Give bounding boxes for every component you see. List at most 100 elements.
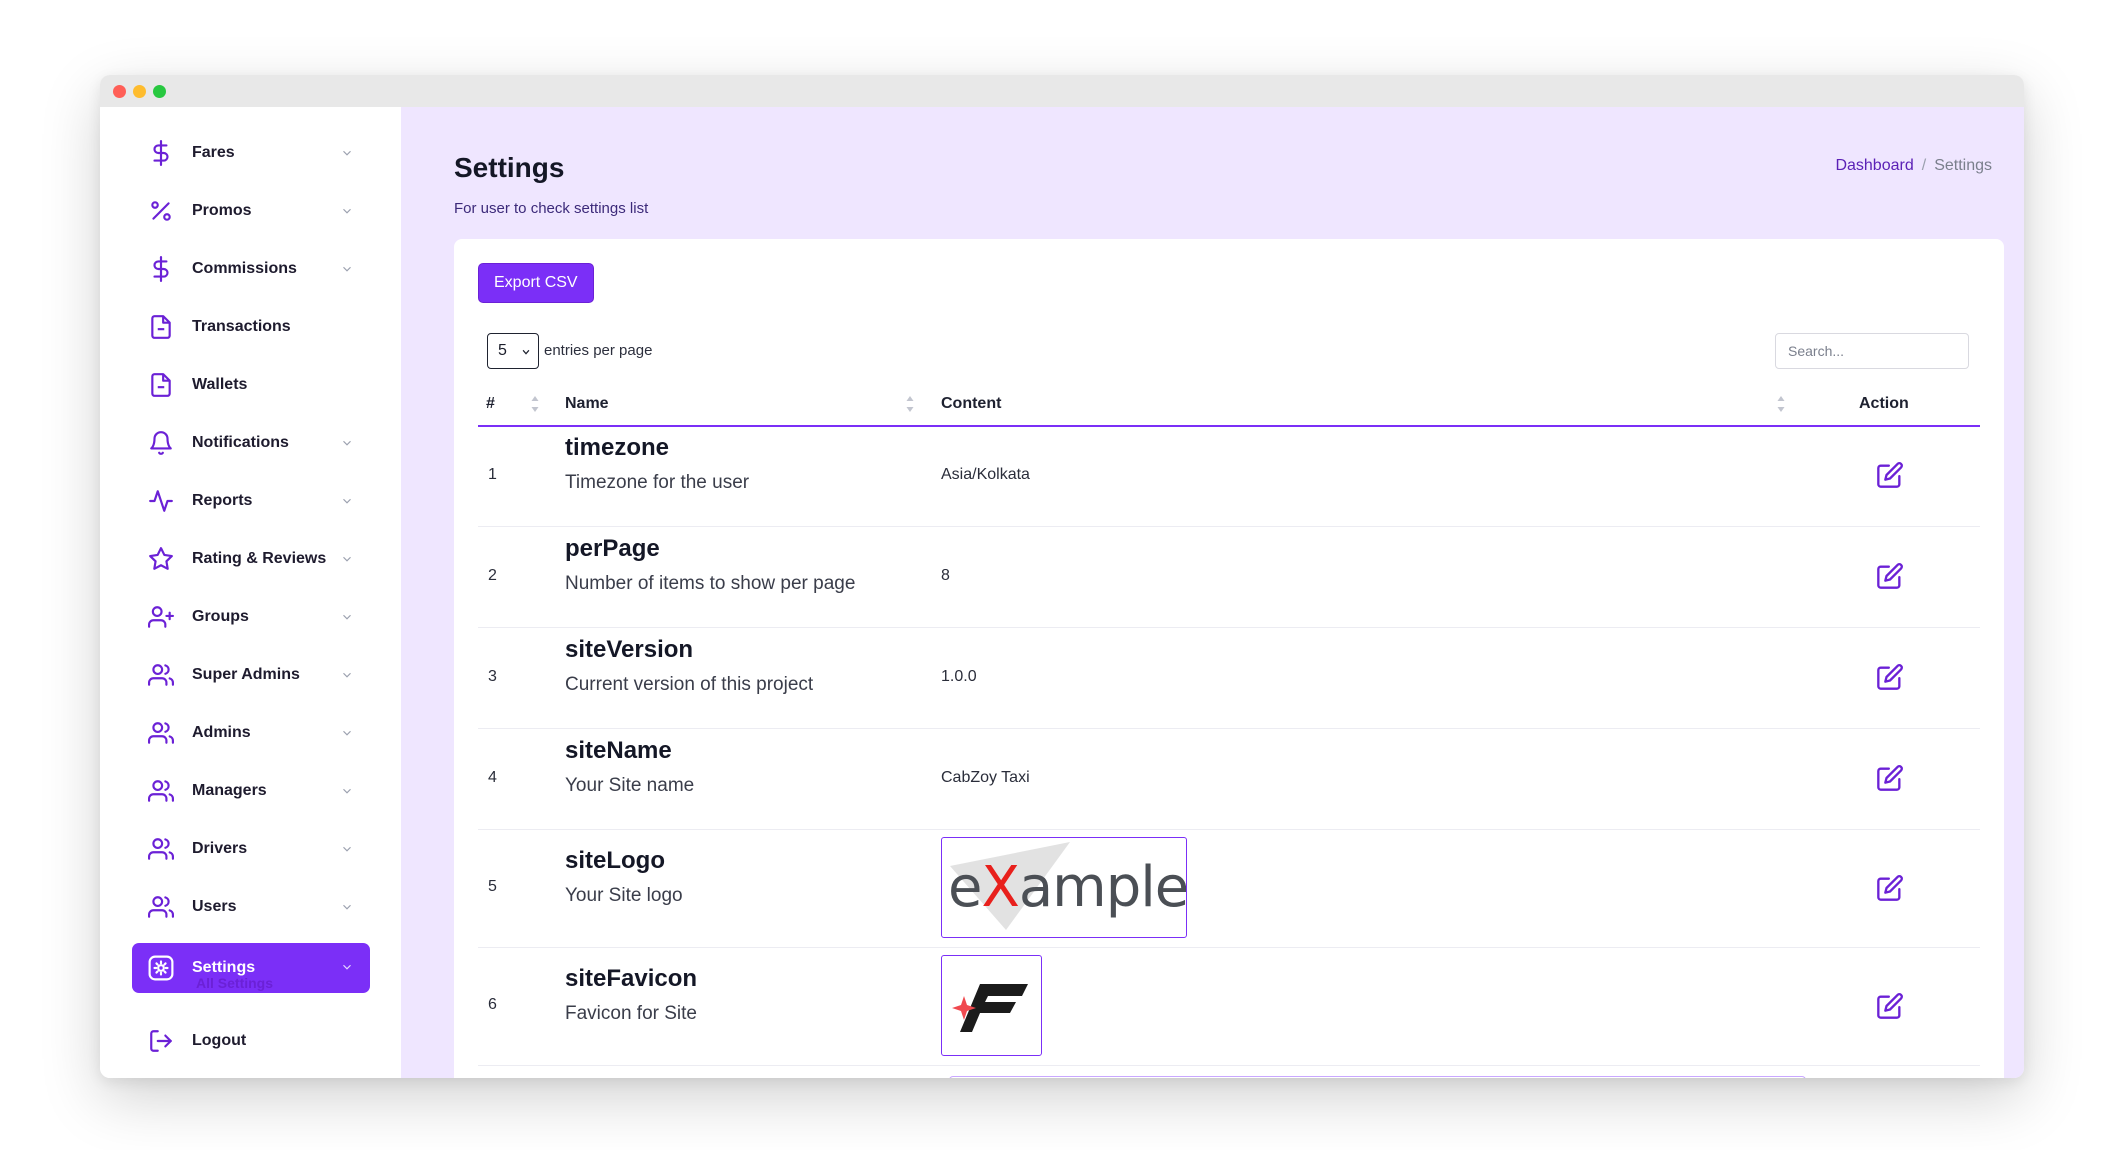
- settings-card: Export CSV 5 entries per page # Name Con…: [454, 239, 2004, 1078]
- site-logo-image[interactable]: eXample™: [941, 837, 1187, 938]
- maximize-window-button[interactable]: [153, 85, 166, 98]
- sidebar-item-fares[interactable]: Fares: [132, 129, 370, 177]
- row-number: 4: [488, 769, 497, 786]
- users-icon: [148, 894, 174, 920]
- chevron-down-icon: [522, 349, 530, 355]
- edit-icon[interactable]: [1876, 992, 1904, 1020]
- users-icon: [148, 662, 174, 688]
- logo-text-prefix: e: [948, 855, 982, 920]
- setting-content: Asia/Kolkata: [941, 466, 1030, 483]
- sidebar-item-super-admins[interactable]: Super Admins: [132, 651, 370, 699]
- table-row: 2 perPage Number of items to show per pa…: [478, 527, 1980, 628]
- minimize-window-button[interactable]: [133, 85, 146, 98]
- user-plus-icon: [148, 604, 174, 630]
- setting-name: perPage: [565, 535, 660, 562]
- export-csv-button[interactable]: Export CSV: [478, 263, 594, 303]
- sidebar-item-notifications[interactable]: Notifications: [132, 419, 370, 467]
- chevron-down-icon: [343, 208, 351, 214]
- sidebar-item-label: Commissions: [192, 260, 297, 277]
- column-header-content[interactable]: Content: [941, 395, 1001, 413]
- breadcrumb-current: Settings: [1934, 157, 1992, 174]
- dollar-icon: [148, 140, 174, 166]
- search-input[interactable]: [1775, 333, 1969, 369]
- edit-icon[interactable]: [1876, 874, 1904, 902]
- edit-icon[interactable]: [1876, 764, 1904, 792]
- logo-wordmark: eXample™: [948, 855, 1187, 920]
- setting-description: Favicon for Site: [565, 1003, 697, 1024]
- sidebar-item-label: Wallets: [192, 376, 248, 393]
- sidebar-item-transactions[interactable]: Transactions: [132, 303, 370, 351]
- dollar-icon: [148, 256, 174, 282]
- sidebar-item-users[interactable]: Users: [132, 883, 370, 931]
- activity-icon: [148, 488, 174, 514]
- sidebar-item-label: Logout: [192, 1032, 247, 1049]
- setting-name: siteVersion: [565, 636, 694, 663]
- chevron-down-icon: [343, 440, 351, 446]
- table-row: 3 siteVersion Current version of this pr…: [478, 628, 1980, 729]
- sidebar-item-managers[interactable]: Managers: [132, 767, 370, 815]
- sidebar-item-label: Admins: [192, 724, 251, 741]
- sidebar-item-groups[interactable]: Groups: [132, 593, 370, 641]
- column-header-action: Action: [1859, 395, 1909, 412]
- sidebar-subitem-all-settings[interactable]: All Settings: [196, 975, 273, 991]
- chevron-down-icon: [343, 150, 351, 156]
- logo-text-x: X: [981, 855, 1019, 920]
- per-page-select[interactable]: 5: [487, 333, 539, 369]
- chevron-down-icon: [343, 614, 351, 620]
- sort-icon[interactable]: [530, 393, 540, 415]
- sidebar-item-label: Fares: [192, 144, 235, 161]
- table-row: 6 siteFavicon Favicon for Site: [478, 948, 1980, 1066]
- sidebar-item-wallets[interactable]: Wallets: [132, 361, 370, 409]
- bell-icon: [148, 430, 174, 456]
- users-icon: [148, 778, 174, 804]
- row-number: 5: [488, 878, 497, 895]
- sort-icon[interactable]: [1776, 393, 1786, 415]
- table-row: 1 timezone Timezone for the user Asia/Ko…: [478, 426, 1980, 527]
- sidebar-item-logout[interactable]: Logout: [132, 1017, 370, 1065]
- sidebar-item-label: Managers: [192, 782, 267, 799]
- edit-icon[interactable]: [1876, 562, 1904, 590]
- star-icon: [148, 546, 174, 572]
- close-window-button[interactable]: [113, 85, 126, 98]
- row-number: 2: [488, 567, 497, 584]
- setting-name: timezone: [565, 434, 670, 461]
- favicon-graphic: [952, 984, 1028, 1032]
- setting-description: Your Site logo: [565, 885, 683, 906]
- sidebar-item-label: Promos: [192, 202, 252, 219]
- breadcrumb-dashboard-link[interactable]: Dashboard: [1835, 157, 1913, 174]
- sidebar-item-admins[interactable]: Admins: [132, 709, 370, 757]
- sort-icon[interactable]: [905, 393, 915, 415]
- breadcrumb-separator: /: [1921, 157, 1927, 174]
- file-icon: [148, 372, 174, 398]
- page-title: Settings: [454, 152, 565, 183]
- table-header: # Name Content Action: [478, 383, 1980, 427]
- site-favicon-image[interactable]: [941, 955, 1042, 1056]
- chevron-down-icon: [343, 266, 351, 272]
- next-row-field[interactable]: [949, 1076, 1806, 1078]
- edit-icon[interactable]: [1876, 663, 1904, 691]
- chevron-down-icon: [343, 788, 351, 794]
- chevron-down-icon: [343, 904, 351, 910]
- sidebar-item-rating-reviews[interactable]: Rating & Reviews: [132, 535, 370, 583]
- chevron-down-icon: [343, 730, 351, 736]
- column-header-name[interactable]: Name: [565, 395, 609, 413]
- edit-icon[interactable]: [1876, 461, 1904, 489]
- percent-icon: [148, 198, 174, 224]
- sidebar-item-commissions[interactable]: Commissions: [132, 245, 370, 293]
- logout-icon: [148, 1028, 174, 1054]
- per-page-label: entries per page: [544, 342, 653, 359]
- sidebar-item-label: Transactions: [192, 318, 291, 335]
- logo-text-suffix: ample: [1018, 855, 1187, 920]
- row-number: 6: [488, 996, 497, 1013]
- sidebar-item-reports[interactable]: Reports: [132, 477, 370, 525]
- setting-content: 8: [941, 567, 950, 584]
- sidebar-item-label: Rating & Reviews: [192, 550, 327, 567]
- chevron-down-icon: [343, 556, 351, 562]
- column-header-num[interactable]: #: [486, 395, 495, 413]
- setting-description: Your Site name: [565, 775, 695, 796]
- sidebar-item-drivers[interactable]: Drivers: [132, 825, 370, 873]
- chevron-down-icon: [343, 672, 351, 678]
- sidebar-item-label: Super Admins: [192, 666, 300, 683]
- sidebar-item-promos[interactable]: Promos: [132, 187, 370, 235]
- browser-window: Fares Promos Commissions Transactions Wa…: [100, 75, 2024, 1078]
